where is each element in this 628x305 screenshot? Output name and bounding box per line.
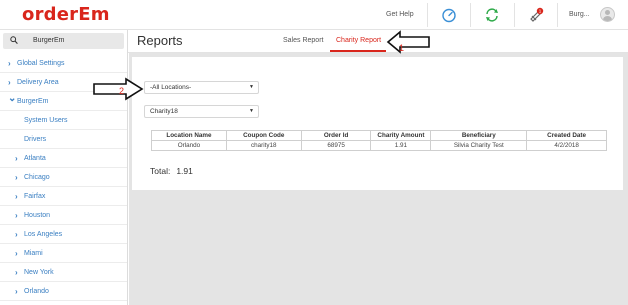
sidebar-item-label: Chicago: [24, 174, 50, 181]
sidebar-item-new-york[interactable]: › New York: [0, 263, 127, 282]
topbar-divider: [470, 3, 471, 27]
sidebar-search[interactable]: BurgerEm: [3, 33, 124, 49]
sidebar-item-label: System Users: [24, 117, 68, 124]
annotation-arrow-right: [93, 77, 144, 101]
sidebar-item-orlando[interactable]: › Orlando: [0, 282, 127, 301]
column-header: Location Name: [151, 130, 227, 141]
sidebar-item-global-settings[interactable]: › Global Settings: [0, 54, 127, 73]
table-header-row: Location Name Coupon Code Order Id Chari…: [151, 130, 607, 141]
report-card: [132, 57, 623, 190]
chevron-right-icon: ›: [8, 59, 11, 68]
sidebar-item-label: Drivers: [24, 136, 47, 143]
sidebar-item-label: Los Angeles: [24, 231, 63, 238]
dashboard-gauge-icon[interactable]: [441, 7, 457, 23]
annotation-arrow-left: [386, 30, 430, 54]
total-value: 1.91: [176, 166, 193, 176]
user-avatar-icon[interactable]: [600, 7, 615, 22]
sidebar-item-label: Houston: [24, 212, 51, 219]
location-select[interactable]: -All Locations- ▼: [144, 81, 259, 94]
column-header: Charity Amount: [370, 130, 432, 141]
get-help-link[interactable]: Get Help: [386, 11, 414, 18]
sidebar-item-label: New York: [24, 269, 54, 276]
chevron-down-icon: ▼: [249, 84, 254, 90]
table-cell: Silvia Charity Test: [430, 140, 528, 151]
chevron-down-icon: ⌄: [8, 93, 17, 104]
sidebar-item-system-users[interactable]: System Users: [0, 111, 127, 130]
chevron-right-icon: ›: [15, 230, 18, 239]
page-title: Reports: [137, 33, 183, 48]
sidebar-item-label: Miami: [24, 250, 43, 257]
sidebar-item-atlanta[interactable]: › Atlanta: [0, 149, 127, 168]
sidebar-item-label: Delivery Area: [17, 79, 59, 86]
sidebar-item-houston[interactable]: › Houston: [0, 206, 127, 225]
user-name[interactable]: Burg...: [569, 11, 590, 18]
chevron-right-icon: ›: [15, 173, 18, 182]
refresh-icon[interactable]: [484, 7, 500, 23]
charity-select[interactable]: Charity18 ▼: [144, 105, 259, 118]
topbar-divider: [557, 3, 558, 27]
top-bar: orderEm Get Help 1 Burg...: [0, 0, 628, 30]
total-label: Total:: [150, 166, 171, 176]
chevron-right-icon: ›: [8, 78, 11, 87]
sidebar-item-label: Atlanta: [24, 155, 46, 162]
chevron-right-icon: ›: [15, 268, 18, 277]
sidebar-item-los-angeles[interactable]: › Los Angeles: [0, 225, 127, 244]
sidebar-item-miami[interactable]: › Miami: [0, 244, 127, 263]
table-cell: 68975: [300, 140, 372, 151]
sidebar-item-label: Orlando: [24, 288, 49, 295]
tab-charity-report[interactable]: Charity Report: [336, 37, 381, 44]
sidebar-item-drivers[interactable]: Drivers: [0, 130, 127, 149]
topbar-divider: [427, 3, 428, 27]
notification-bell-icon[interactable]: 1: [528, 7, 544, 23]
chevron-right-icon: ›: [15, 211, 18, 220]
location-select-value: -All Locations-: [150, 84, 192, 91]
column-header: Order Id: [300, 130, 372, 141]
sidebar-item-label: Fairfax: [24, 193, 46, 200]
charity-select-value: Charity18: [150, 108, 178, 115]
chevron-right-icon: ›: [15, 154, 18, 163]
app-logo[interactable]: orderEm: [22, 4, 110, 25]
table-cell: 4/2/2018: [526, 140, 607, 151]
chevron-right-icon: ›: [15, 287, 18, 296]
tab-sales-report[interactable]: Sales Report: [283, 37, 323, 44]
chevron-right-icon: ›: [15, 192, 18, 201]
annotation-number-1: 1: [399, 43, 405, 53]
table-cell: Orlando: [151, 140, 227, 151]
sidebar-item-label: Global Settings: [17, 60, 65, 67]
topbar-divider: [514, 3, 515, 27]
sidebar-item-label: BurgerEm: [17, 98, 49, 105]
column-header: Created Date: [526, 130, 607, 141]
sidebar-item-chicago[interactable]: › Chicago: [0, 168, 127, 187]
chevron-right-icon: ›: [15, 249, 18, 258]
column-header: Beneficiary: [430, 130, 528, 141]
search-input-value[interactable]: BurgerEm: [33, 37, 65, 44]
column-header: Coupon Code: [225, 130, 302, 141]
search-icon: [10, 36, 18, 44]
table-row: Orlando charity18 68975 1.91 Silvia Char…: [151, 140, 607, 151]
charity-report-table: Location Name Coupon Code Order Id Chari…: [151, 130, 607, 151]
table-cell: 1.91: [370, 140, 432, 151]
annotation-number-2: 2: [119, 86, 125, 96]
sidebar-item-fairfax[interactable]: › Fairfax: [0, 187, 127, 206]
table-cell: charity18: [225, 140, 302, 151]
total-summary: Total: 1.91: [150, 166, 193, 176]
chevron-down-icon: ▼: [249, 108, 254, 114]
